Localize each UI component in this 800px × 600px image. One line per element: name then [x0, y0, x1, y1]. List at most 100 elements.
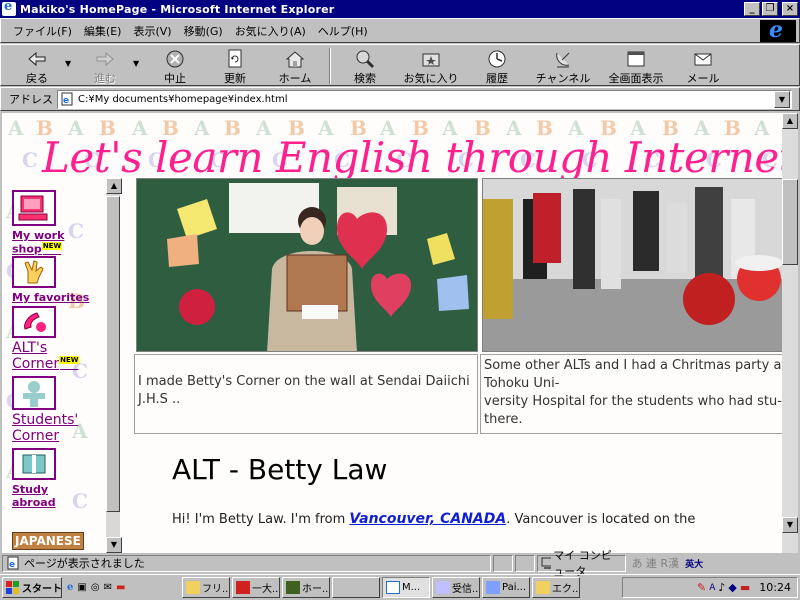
desktop-quicklaunch-icon[interactable]: ▣: [77, 582, 86, 593]
menu-edit[interactable]: 編集(E): [78, 23, 128, 39]
page-viewport: AB AB AB AB AB AB AB AB AB AB AB AB A CC…: [2, 113, 782, 553]
svg-text:C: C: [22, 148, 38, 172]
nav-my-favorites-link[interactable]: My favorites: [12, 291, 89, 304]
forward-button[interactable]: 進む: [77, 45, 133, 86]
network-tray-icon[interactable]: ◆: [728, 581, 736, 594]
channels-satellite-icon: [553, 49, 573, 69]
refresh-icon: [226, 49, 244, 69]
svg-text:e: e: [63, 96, 69, 106]
window-title: Makiko's HomePage - Microsoft Internet E…: [20, 2, 335, 16]
menu-go[interactable]: 移動(G): [178, 23, 229, 39]
back-arrow-icon: [27, 49, 47, 69]
task-inbox[interactable]: 受信...: [432, 577, 480, 598]
task-explorer[interactable]: エク...: [532, 577, 580, 598]
photo-bettys-corner: [136, 178, 478, 352]
intro-paragraph: Hi! I'm Betty Law. I'm from Vancouver, C…: [172, 511, 696, 527]
students-figure-icon[interactable]: [12, 376, 56, 410]
mail-button[interactable]: メール: [673, 45, 733, 86]
paint-icon: [486, 581, 500, 594]
menu-view[interactable]: 表示(V): [127, 23, 177, 39]
scroll-down-icon[interactable]: ▼: [782, 517, 798, 533]
menu-help[interactable]: ヘルプ(H): [312, 23, 374, 39]
home-button[interactable]: ホーム: [265, 45, 325, 86]
christmas-party-photo-image: [483, 179, 782, 351]
start-button[interactable]: スタート: [2, 577, 62, 598]
ie-task-icon: [386, 581, 400, 594]
title-bar[interactable]: Makiko's HomePage - Microsoft Internet E…: [0, 0, 800, 18]
ie-quicklaunch-icon[interactable]: e: [67, 582, 73, 593]
svg-text:e: e: [9, 560, 15, 570]
back-dropdown-icon[interactable]: ▼: [65, 45, 77, 68]
alt-phone-icon[interactable]: [12, 306, 56, 338]
address-dropdown-icon[interactable]: ▼: [774, 90, 790, 108]
app-quicklaunch-icon[interactable]: ▬: [116, 582, 125, 593]
address-input[interactable]: e C:¥My documents¥homepage¥index.html: [57, 89, 792, 109]
history-button[interactable]: 履歴: [467, 45, 527, 86]
taskbar: スタート e ▣ ◎ ✉ ▬ フリ... 一大... ホー... M... 受信…: [0, 574, 800, 600]
vancouver-link[interactable]: Vancouver, CANADA: [349, 511, 506, 527]
windows-logo-icon: [6, 581, 19, 594]
workshop-computer-icon[interactable]: [12, 190, 56, 226]
hero-title: Let's learn English through Internet: [42, 133, 782, 182]
alt-heading: ALT - Betty Law: [172, 453, 388, 486]
nav-alts-corner-link[interactable]: ALT's CornerNEW: [12, 340, 80, 372]
close-button[interactable]: ×: [782, 2, 798, 16]
left-nav-frame: AC CB AC CA AC My workshopNEW My favorit…: [2, 178, 122, 553]
scroll-thumb[interactable]: [782, 179, 798, 265]
battery-tray-icon[interactable]: ▬: [740, 581, 750, 594]
favorites-button[interactable]: お気に入り: [395, 45, 467, 86]
task-homepage-editor[interactable]: ホー...: [282, 577, 330, 598]
explorer-icon: [536, 581, 550, 594]
photo-christmas-party: [482, 178, 782, 352]
restore-button[interactable]: ❐: [762, 2, 778, 16]
refresh-button[interactable]: 更新: [205, 45, 265, 86]
task-blank[interactable]: [332, 577, 380, 598]
favorites-hand-icon[interactable]: [12, 256, 56, 288]
back-button[interactable]: 戻る: [9, 45, 65, 86]
caption-right: Some other ALTs and I had a Chritmas par…: [480, 354, 782, 434]
channels-button[interactable]: チャンネル: [527, 45, 599, 86]
address-value: C:¥My documents¥homepage¥index.html: [78, 93, 288, 105]
ime-tray-icon[interactable]: A: [709, 583, 715, 593]
ime-bar[interactable]: あ 連 R漢 英大: [628, 555, 798, 572]
new-badge: NEW: [41, 242, 63, 250]
clock[interactable]: 10:24: [759, 581, 791, 594]
left-frame-scrollbar[interactable]: ▲ ▼: [106, 178, 122, 553]
page-scrollbar[interactable]: ▲ ▼: [782, 113, 798, 553]
minimize-button[interactable]: _: [744, 2, 760, 16]
task-folder[interactable]: フリ...: [182, 577, 230, 598]
pen-tray-icon[interactable]: ✎: [697, 581, 706, 594]
forward-dropdown-icon[interactable]: ▼: [133, 45, 145, 68]
menu-bar: ファイル(F) 編集(E) 表示(V) 移動(G) お気に入り(A) ヘルプ(H…: [0, 18, 800, 43]
menu-file[interactable]: ファイル(F): [7, 23, 78, 39]
caption-left: I made Betty's Corner on the wall at Sen…: [134, 354, 478, 434]
stop-button[interactable]: 中止: [145, 45, 205, 86]
search-globe-icon: [355, 49, 375, 69]
study-abroad-book-icon[interactable]: [12, 448, 56, 480]
editor-icon: [286, 581, 300, 594]
scroll-thumb[interactable]: [106, 196, 120, 512]
fullscreen-button[interactable]: 全画面表示: [599, 45, 673, 86]
task-ie-active[interactable]: M...: [382, 577, 430, 598]
page-icon: e: [61, 92, 73, 106]
nav-japanese-link[interactable]: JAPANESE: [12, 532, 84, 550]
svg-text:C: C: [72, 489, 88, 513]
nav-my-workshop-link[interactable]: My work shopNEW: [12, 229, 64, 256]
ie-app-icon[interactable]: [2, 0, 16, 16]
channels-quicklaunch-icon[interactable]: ◎: [91, 582, 100, 593]
mail-icon: [693, 49, 713, 69]
search-button[interactable]: 検索: [335, 45, 395, 86]
status-text-cell: e ページが表示されました: [2, 554, 491, 572]
address-label: アドレス: [9, 93, 53, 106]
toolbar: 戻る ▼ 進む ▼ 中止 更新 ホーム 検索 お気に入り 履歴 チャンネル 全画…: [0, 44, 800, 86]
folder-icon: [186, 581, 200, 594]
speaker-tray-icon[interactable]: ♪: [718, 581, 725, 594]
menu-favorites[interactable]: お気に入り(A): [229, 23, 312, 39]
outlook-quicklaunch-icon[interactable]: ✉: [104, 582, 112, 593]
bettys-corner-photo-image: [137, 179, 477, 351]
scroll-up-icon[interactable]: ▲: [782, 113, 798, 129]
task-app2[interactable]: 一大...: [232, 577, 280, 598]
nav-study-abroad-link[interactable]: Study abroad: [12, 483, 56, 509]
nav-students-corner-link[interactable]: Students' Corner: [12, 412, 78, 444]
task-paint[interactable]: Pai...: [482, 577, 530, 598]
